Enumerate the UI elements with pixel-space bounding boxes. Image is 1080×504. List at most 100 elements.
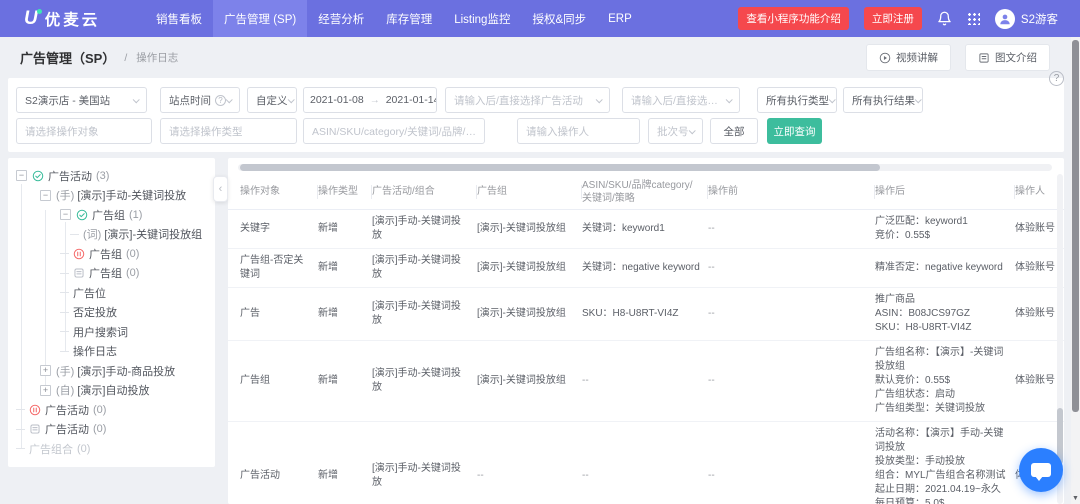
tree-item[interactable]: 广告活动(0) (14, 400, 209, 420)
breadcrumb-bar: 广告管理（SP） / 操作日志 视频讲解 图文介绍 (0, 37, 1080, 78)
tree-item[interactable]: +(手)[演示]手动-商品投放 (14, 361, 209, 381)
table-row[interactable]: 广告组新增[演示]手动-关键词投放[演示]-关键词投放组----广告组名称：【演… (228, 341, 1064, 422)
cell-type: 新增 (318, 374, 372, 388)
tree-connector-tick (60, 253, 69, 254)
bell-icon[interactable] (937, 11, 952, 26)
expand-node-icon[interactable]: + (40, 365, 51, 376)
tree-item[interactable]: 否定投放 (14, 303, 209, 323)
tree-collapse-handle[interactable]: ‹ (213, 176, 228, 202)
tree-item[interactable]: −(手)[演示]手动-关键词投放 (14, 186, 209, 206)
optype-input[interactable]: 请选择操作类型 (160, 118, 297, 144)
shop-select[interactable]: S2演示店 - 美国站 (16, 87, 147, 113)
play-circle-icon (879, 52, 891, 64)
asin-input[interactable]: ASIN/SKU/category/关键词/品牌/策略 (303, 118, 485, 144)
user-menu[interactable]: S2游客 (995, 9, 1058, 29)
collapse-node-icon[interactable]: − (40, 190, 51, 201)
cell-target: 广告组 (240, 374, 318, 388)
filter-row-1: S2演示店 - 美国站 站点时间? 自定义 2021-01-08 → 2021-… (16, 87, 1056, 113)
tree-item[interactable]: 广告组(0) (14, 244, 209, 264)
filter-panel: S2演示店 - 美国站 站点时间? 自定义 2021-01-08 → 2021-… (8, 78, 1064, 152)
register-button[interactable]: 立即注册 (864, 7, 922, 30)
tree-item[interactable]: 广告组(0) (14, 264, 209, 284)
exec-result-select[interactable]: 所有执行结果 (843, 87, 923, 113)
exec-type-select[interactable]: 所有执行类型 (757, 87, 837, 113)
avatar (995, 9, 1015, 29)
tree-item-type-prefix: (手) (56, 363, 74, 379)
help-icon[interactable]: ? (1049, 71, 1064, 86)
table-row[interactable]: 广告组-否定关键词新增[演示]手动-关键词投放[演示]-关键词投放组关键词：ne… (228, 249, 1064, 288)
scroll-down-arrow-icon[interactable]: ▼ (1071, 495, 1080, 502)
time-type-select[interactable]: 站点时间? (160, 87, 240, 113)
campaign-select[interactable]: 请输入后/直接选择广告活动 (445, 87, 610, 113)
adgroup-select[interactable]: 请输入后/直接选择组 (622, 87, 740, 113)
table-row[interactable]: 广告活动新增[演示]手动-关键词投放------活动名称：【演示】手动-关键词投… (228, 422, 1064, 504)
campaign-tree: −广告活动(3)−(手)[演示]手动-关键词投放−广告组(1)(词)[演示]-关… (14, 166, 209, 459)
chevron-down-icon (726, 96, 733, 103)
date-range-picker[interactable]: 2021-01-08 → 2021-01-14 (303, 87, 437, 113)
tree-item[interactable]: −广告组(1) (14, 205, 209, 225)
cell-group: -- (477, 469, 582, 483)
cell-type: 新增 (318, 261, 372, 275)
tree-connector-tick (60, 331, 69, 332)
tree-item-label: 广告组 (89, 265, 122, 281)
tree-item[interactable]: (词)[演示]-关键词投放组 (14, 225, 209, 245)
username: S2游客 (1021, 11, 1058, 27)
nav-item[interactable]: 广告管理 (SP) (213, 0, 307, 37)
nav-item[interactable]: 销售看板 (145, 0, 213, 37)
cell-asin: -- (582, 374, 708, 388)
expand-node-icon[interactable]: + (40, 385, 51, 396)
column-header: 广告活动/组合 (372, 174, 477, 209)
breadcrumb-section[interactable]: 广告管理（SP） (20, 48, 115, 67)
nav-item[interactable]: 授权&同步 (521, 0, 597, 37)
tree-item[interactable]: 广告位 (14, 283, 209, 303)
info-icon: ? (215, 95, 226, 106)
apps-grid-icon[interactable] (967, 12, 980, 25)
table-horizontal-scrollbar[interactable] (238, 164, 1052, 171)
batch-select[interactable]: 批次号 (648, 118, 703, 144)
doc-guide-button[interactable]: 图文介绍 (965, 44, 1050, 71)
target-input[interactable]: 请选择操作对象 (16, 118, 152, 144)
cell-asin: -- (582, 469, 708, 483)
page-scrollbar[interactable]: ▼ (1071, 37, 1080, 504)
tree-item[interactable]: 广告活动(0) (14, 420, 209, 440)
column-header: 操作后 (875, 174, 1015, 209)
query-button[interactable]: 立即查询 (767, 118, 822, 144)
pause-circle-icon (29, 404, 41, 416)
tree-item-label: 操作日志 (73, 343, 117, 359)
app-screen: U 优麦云 销售看板广告管理 (SP)经营分析库存管理Listing监控授权&同… (0, 0, 1080, 504)
check-circle-icon (32, 170, 44, 182)
range-mode-select[interactable]: 自定义 (247, 87, 297, 113)
operator-input[interactable]: 请输入操作人 (517, 118, 640, 144)
collapse-node-icon[interactable]: − (60, 209, 71, 220)
tree-item-type-prefix: (词) (83, 226, 101, 242)
cell-type: 新增 (318, 222, 372, 236)
archive-square-icon (73, 267, 85, 279)
tree-item[interactable]: 广告组合(0) (14, 439, 209, 459)
tree-item-label: 广告活动 (45, 402, 89, 418)
nav-item[interactable]: 经营分析 (307, 0, 375, 37)
tree-item-label: [演示]-关键词投放组 (104, 226, 202, 242)
scrollbar-thumb[interactable] (240, 164, 880, 171)
nav-item[interactable]: 库存管理 (375, 0, 443, 37)
scope-select[interactable]: 全部 (710, 118, 758, 144)
app-logo[interactable]: U 优麦云 (0, 8, 145, 30)
cell-type: 新增 (318, 307, 372, 321)
scrollbar-thumb[interactable] (1072, 40, 1079, 412)
cell-target: 广告 (240, 307, 318, 321)
cell-type: 新增 (318, 469, 372, 483)
video-guide-button[interactable]: 视频讲解 (866, 44, 951, 71)
nav-item[interactable]: Listing监控 (443, 0, 521, 37)
tree-connector-tick (16, 448, 25, 449)
miniprogram-intro-button[interactable]: 查看小程序功能介绍 (738, 7, 849, 30)
collapse-node-icon[interactable]: − (16, 170, 27, 181)
chat-widget-button[interactable] (1019, 448, 1063, 492)
nav-item[interactable]: ERP (597, 0, 643, 37)
tree-item[interactable]: 用户搜索词 (14, 322, 209, 342)
tree-item[interactable]: +(自)[演示]自动投放 (14, 381, 209, 401)
tree-item[interactable]: 操作日志 (14, 342, 209, 362)
table-row[interactable]: 广告新增[演示]手动-关键词投放[演示]-关键词投放组SKU：H8-U8RT-V… (228, 288, 1064, 341)
cell-target: 关键字 (240, 222, 318, 236)
cell-before: -- (708, 469, 875, 483)
table-row[interactable]: 关键字新增[演示]手动-关键词投放[演示]-关键词投放组关键词：keyword1… (228, 210, 1064, 249)
tree-item[interactable]: −广告活动(3) (14, 166, 209, 186)
